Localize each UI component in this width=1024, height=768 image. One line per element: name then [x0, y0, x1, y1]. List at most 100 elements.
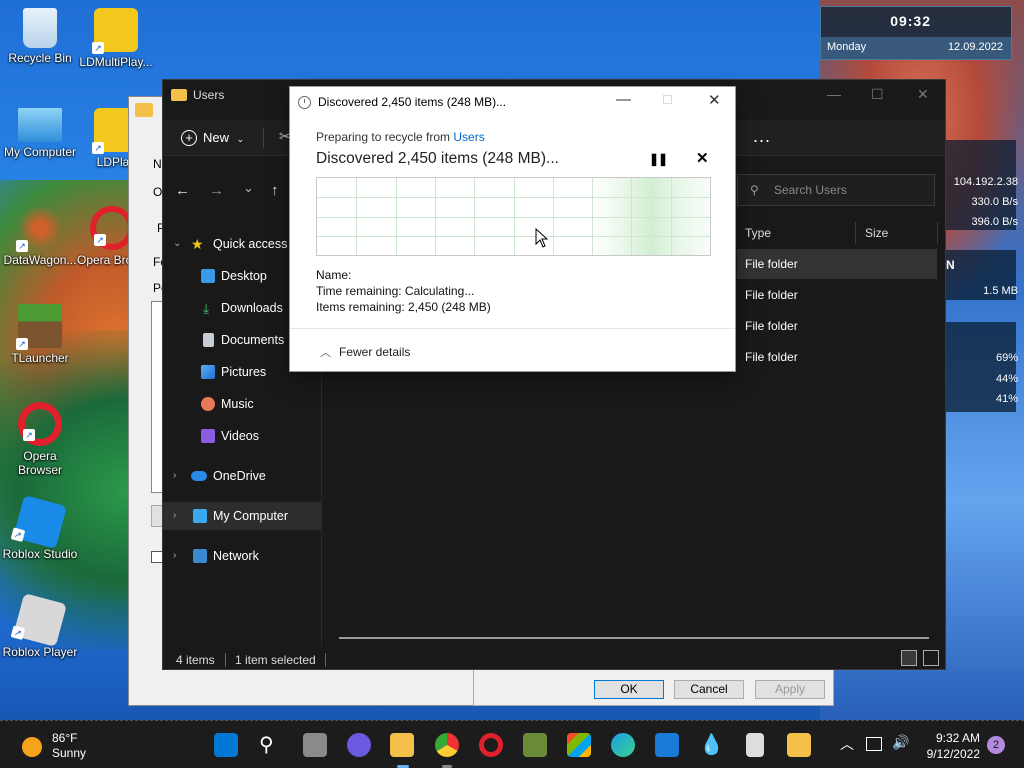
sidebar-item-label: Desktop — [221, 269, 267, 283]
chevron-up-icon[interactable]: ︿ — [840, 734, 854, 754]
properties-button-bar: OK Cancel Apply — [473, 670, 834, 706]
pause-icon[interactable]: ❚❚ — [649, 152, 668, 166]
tlauncher-icon: ↗ — [16, 304, 62, 350]
time-remaining: Time remaining: Calculating... — [316, 284, 475, 298]
monitor-icon — [18, 108, 62, 142]
progress-graph-grid — [317, 178, 710, 255]
edge-icon[interactable] — [611, 733, 635, 757]
column-separator[interactable] — [937, 222, 938, 244]
task-view-icon[interactable] — [303, 733, 327, 757]
notification-badge[interactable]: 2 — [987, 736, 1005, 754]
sidebar-item-label: My Computer — [213, 509, 289, 523]
desktop-icon-opera-browser[interactable]: ↗ Opera Browser — [0, 402, 80, 477]
desktop-icon-my-computer[interactable]: My Computer — [0, 108, 80, 159]
table-row[interactable]: File folder — [737, 249, 937, 279]
search-input[interactable]: ⚲ Search Users — [737, 174, 935, 206]
column-header-size[interactable]: Size — [865, 226, 888, 240]
up-arrow-icon[interactable]: ↑ — [271, 182, 279, 199]
column-separator[interactable] — [855, 222, 856, 244]
name-label: Name: — [316, 268, 352, 282]
desktop-icon-label: Roblox Studio — [2, 547, 78, 561]
pictures-icon — [201, 365, 215, 379]
fewer-details-button[interactable]: ︿ Fewer details — [320, 344, 410, 360]
taskbar-clock[interactable]: 9:32 AM 9/12/2022 — [918, 730, 980, 762]
forward-arrow-icon[interactable]: → — [209, 182, 224, 199]
close-icon[interactable]: ✕ — [708, 91, 721, 109]
sidebar-item-label: OneDrive — [213, 469, 266, 483]
maximize-icon[interactable]: ☐ — [871, 86, 884, 103]
table-row[interactable]: File folder — [737, 311, 937, 341]
desktop-icon-roblox-player[interactable]: ↗ Roblox Player — [0, 593, 80, 659]
roblox-studio-icon: ↗ — [10, 495, 67, 549]
status-bar: 4 items 1 item selected — [163, 650, 945, 670]
roblox-player-icon: ↗ — [10, 593, 67, 647]
details-view-icon[interactable] — [901, 650, 917, 666]
chat-icon[interactable] — [347, 733, 371, 757]
sidebar-item-label: Downloads — [221, 301, 283, 315]
opera-icon[interactable] — [479, 733, 503, 757]
source-folder-link[interactable]: Users — [453, 130, 484, 144]
items-remaining: Items remaining: 2,450 (248 MB) — [316, 300, 491, 314]
drop-icon[interactable]: 💧 — [699, 733, 724, 757]
status-separator — [325, 653, 326, 667]
sidebar-item-label: Pictures — [221, 365, 267, 379]
back-arrow-icon[interactable]: ← — [175, 182, 190, 199]
search-icon[interactable]: ⚲ — [259, 733, 283, 757]
desktop-icon-tlauncher[interactable]: ↗ TLauncher — [0, 304, 80, 365]
tiles-view-icon[interactable] — [923, 650, 939, 666]
chrome-icon[interactable] — [435, 733, 459, 757]
weather-temp: 86°F — [52, 731, 78, 745]
table-row[interactable]: File folder — [737, 342, 937, 372]
minecraft-icon[interactable] — [523, 733, 547, 757]
ok-button[interactable]: OK — [594, 680, 664, 699]
network-icon — [193, 549, 207, 563]
ldmultiplayer-icon: ↗ — [92, 8, 138, 54]
search-placeholder: Search Users — [774, 183, 847, 197]
column-header-type[interactable]: Type — [745, 226, 771, 240]
apply-button[interactable]: Apply — [755, 680, 825, 699]
cancel-button[interactable]: Cancel — [674, 680, 744, 699]
opera-icon: ↗ — [18, 402, 62, 446]
minimize-icon[interactable]: — — [616, 91, 631, 108]
document-icon — [203, 333, 214, 347]
close-icon[interactable]: ✕ — [917, 86, 929, 103]
display-icon[interactable] — [866, 737, 882, 751]
recycle-bin-icon — [23, 8, 57, 48]
preparing-prefix: Preparing to recycle from — [316, 130, 454, 144]
horizontal-scrollbar[interactable] — [339, 637, 929, 639]
minimize-icon[interactable]: — — [827, 86, 841, 102]
maximize-icon[interactable]: ☐ — [662, 93, 673, 107]
desktop-icon-datawagon[interactable]: ↗ DataWagon... — [0, 206, 80, 267]
mail-icon[interactable] — [655, 733, 679, 757]
explorer-title: Users — [193, 88, 225, 102]
store-icon[interactable] — [567, 733, 591, 757]
status-selected: 1 item selected — [235, 653, 316, 667]
sidebar-item-my-computer[interactable]: › My Computer — [163, 502, 321, 530]
volume-icon[interactable]: 🔊 — [892, 734, 909, 751]
properties-label-o: O — [153, 185, 163, 199]
table-row[interactable]: File folder — [737, 280, 937, 310]
chevron-down-icon: ⌄ — [173, 238, 182, 249]
desktop-icon — [201, 269, 215, 283]
file-explorer-icon[interactable] — [390, 733, 414, 757]
sidebar-item-label: Documents — [221, 333, 285, 347]
sidebar-item-label: Network — [213, 549, 259, 563]
desktop-icon-ldmultiplayer[interactable]: ↗ LDMultiPlay... — [76, 8, 156, 69]
usb-icon[interactable] — [746, 733, 764, 757]
sidebar-item-music[interactable]: Music — [163, 390, 321, 418]
folder-icon[interactable] — [787, 733, 811, 757]
more-options-icon[interactable]: ... — [753, 126, 771, 147]
column-headers: Type Size — [741, 222, 939, 244]
sidebar-item-videos[interactable]: Videos — [163, 422, 321, 450]
cancel-icon[interactable]: ✕ — [696, 149, 709, 167]
sidebar-item-onedrive[interactable]: › OneDrive — [163, 462, 321, 490]
desktop-icon-label: My Computer — [3, 145, 77, 159]
start-icon[interactable] — [214, 733, 238, 757]
new-button[interactable]: + New ⌄ — [181, 130, 244, 146]
status-items-count: 4 items — [176, 653, 215, 667]
desktop-icon-roblox-studio[interactable]: ↗ Roblox Studio — [0, 495, 80, 561]
desktop-icon-recycle-bin[interactable]: Recycle Bin — [0, 8, 80, 65]
explorer-title-bar: Users — [171, 88, 224, 102]
recent-chevron-icon[interactable]: ⌄ — [243, 180, 254, 196]
sidebar-item-network[interactable]: › Network — [163, 542, 321, 570]
